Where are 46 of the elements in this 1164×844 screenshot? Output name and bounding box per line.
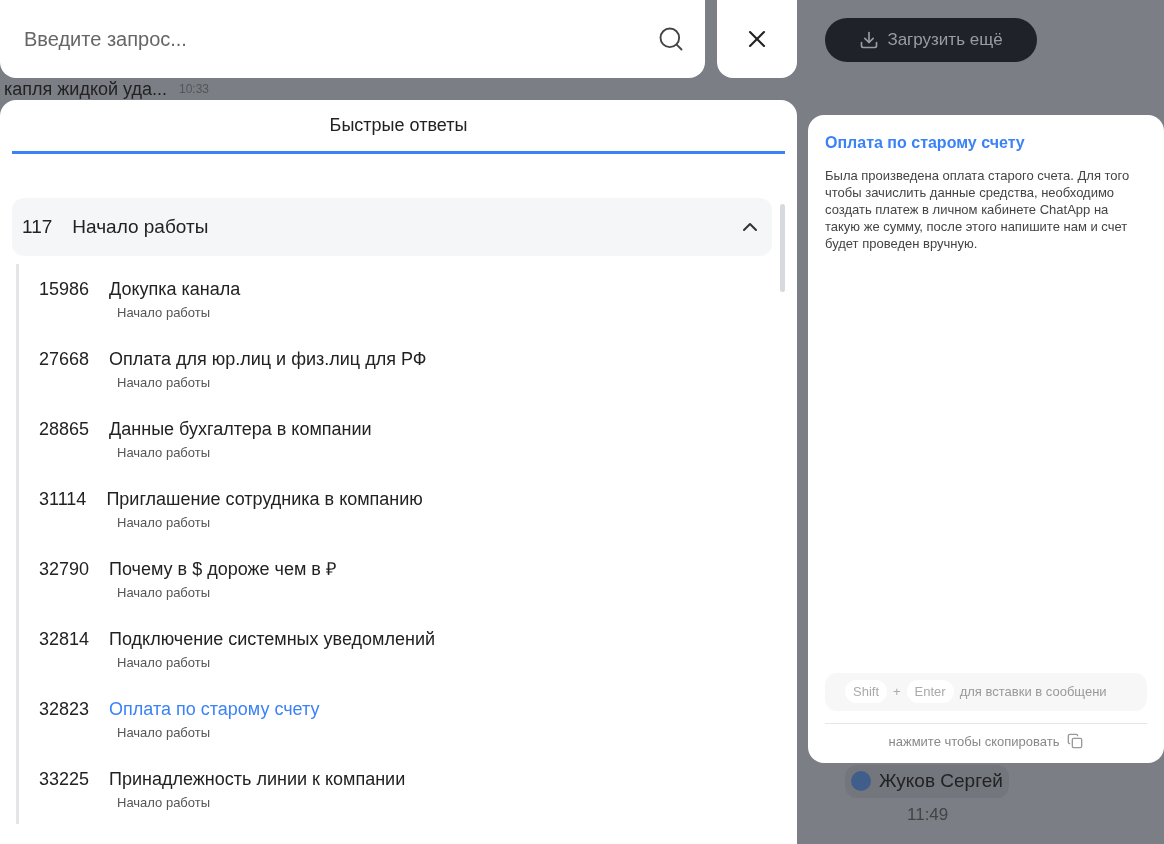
reply-category: Начало работы — [117, 443, 212, 462]
group-count: 117 — [22, 214, 53, 239]
reply-category: Начало работы — [117, 583, 212, 602]
tab[interactable]: Быстрые ответы — [12, 112, 785, 154]
copy-icon[interactable] — [1067, 733, 1084, 750]
reply-id: 28865 — [39, 417, 90, 441]
reply-category: Начало работы — [117, 513, 212, 532]
author-name: Жуков Сергей — [879, 769, 1003, 793]
search-field[interactable]: Введите запрос... — [0, 0, 705, 78]
reply-id: 27668 — [39, 347, 90, 371]
author-time: 11:49 — [907, 803, 950, 826]
reply-id: 33225 — [39, 767, 90, 791]
group-title: Начало работы — [72, 214, 210, 239]
message-preview: капля жидкой уда... — [4, 79, 167, 99]
scrollbar[interactable] — [780, 204, 785, 292]
preview-text: Была произведена оплата старого счета. Для того чтобы зачислить данные средства, необходимо создать платеж в личном кабинете ChatApp на такую же сумму, после этого напишите нам и счет будет проведен вручную. — [825, 167, 1131, 252]
close-button[interactable] — [717, 0, 797, 78]
reply-title[interactable]: Почему в $ дороже чем в ₽ — [109, 555, 336, 583]
reply-category: Начало работы — [117, 723, 212, 742]
reply-category: Начало работы — [117, 793, 212, 812]
reply-title[interactable]: Принадлежность линии к компании — [109, 765, 406, 793]
reply-category: Начало работы — [117, 303, 212, 322]
download-icon — [859, 30, 880, 50]
reply-title[interactable]: Докупка канала — [109, 275, 241, 303]
reply-category: Начало работы — [117, 653, 212, 672]
reply-title[interactable]: Подключение системных уведомлений — [109, 625, 435, 653]
reply-category: Начало работы — [117, 373, 212, 392]
reply-title[interactable]: Данные бухгалтера в компании — [109, 415, 372, 443]
avatar — [851, 771, 871, 792]
reply-id: 32790 — [39, 557, 90, 581]
key-label: Enter — [906, 679, 954, 704]
preview-title: Оплата по старому счету — [825, 133, 1026, 153]
copy-hint[interactable]: нажмите чтобы скопировать — [888, 731, 1060, 751]
key-label: Shift — [845, 679, 887, 704]
search-icon[interactable] — [657, 25, 685, 53]
plus-sign: + — [893, 682, 901, 701]
hint-text: для вставки в сообщени — [959, 682, 1107, 701]
reply-id: 31114 — [39, 487, 87, 511]
reply-id: 15986 — [39, 277, 90, 301]
reply-title[interactable]: Оплата по старому счету — [109, 695, 320, 723]
reply-id: 32823 — [39, 697, 90, 721]
reply-title[interactable]: Оплата для юр.лиц и физ.лиц для РФ — [109, 345, 427, 373]
load-more-button[interactable]: Загрузить ещё — [825, 18, 1037, 62]
reply-id: 32814 — [39, 627, 90, 651]
group-header[interactable]: 117 Начало работы — [12, 198, 772, 256]
reply-title[interactable]: Приглашение сотрудника в компанию — [106, 485, 423, 513]
